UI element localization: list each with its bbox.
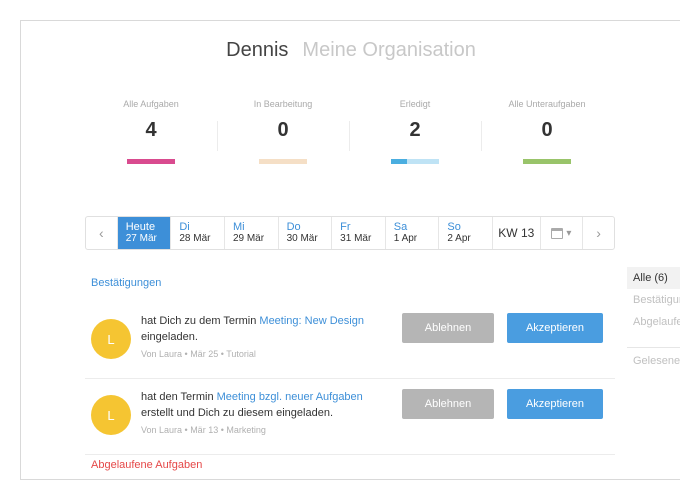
calendar-picker[interactable]: ▾ [541,217,583,249]
day-date: 30 Mär [286,233,318,244]
stat-label: Alle Unteraufgaben [508,99,586,109]
stat-bar-segment [127,159,175,164]
decline-button[interactable]: Ablehnen [402,313,494,343]
day-wed[interactable]: Mi 29 Mär [225,217,279,249]
day-thu[interactable]: Do 30 Mär [279,217,333,249]
filter-expired[interactable]: Abgelaufene [627,311,680,333]
notification-item: L hat Dich zu dem Termin Meeting: New De… [85,313,615,379]
stat-bar-segment [523,159,571,164]
user-tab[interactable]: Dennis [226,39,288,61]
calendar-icon [551,227,564,239]
day-sun[interactable]: So 2 Apr [439,217,493,249]
day-date: 28 Mär [179,233,211,244]
day-fri[interactable]: Fr 31 Mär [332,217,386,249]
stat-value: 2 [409,119,421,141]
stat-bar [391,159,439,164]
day-name: Di [179,221,190,233]
filter-read[interactable]: Gelesene [627,350,680,372]
accept-button[interactable]: Akzeptieren [507,313,603,343]
day-today[interactable]: Heute 27 Mär [117,217,172,249]
stat-all-tasks[interactable]: Alle Aufgaben 4 [85,99,217,171]
stat-value: 0 [541,119,553,141]
event-link[interactable]: Meeting: New Design [259,315,364,327]
stat-bar [127,159,175,164]
notification-meta: Von Laura • Mär 25 • Tutorial [141,349,256,359]
day-date: 1 Apr [393,233,418,244]
day-name: Heute [125,221,156,233]
notification-text: hat den Termin Meeting bzgl. neuer Aufga… [141,389,381,421]
stat-bar-segment [391,159,407,164]
day-date: 2 Apr [447,233,471,244]
chevron-left-icon[interactable]: ‹ [86,217,118,249]
chevron-right-icon[interactable]: › [582,217,614,249]
page-title: Dennis Meine Organisation [21,39,680,62]
day-date: 27 Mär [125,233,157,244]
stat-value: 4 [145,119,157,141]
organization-tab[interactable]: Meine Organisation [302,39,475,61]
decline-button[interactable]: Ablehnen [402,389,494,419]
filter-list: Alle (6) Bestätigungen Abgelaufene Geles… [627,267,680,372]
section-confirmations: Bestätigungen [91,277,162,289]
day-name: So [447,221,461,233]
date-navigation: ‹ Heute 27 Mär Di 28 Mär Mi 29 Mär Do 30… [85,216,615,250]
stats-panel: Alle Aufgaben 4 In Bearbeitung 0 Erledig… [85,99,613,171]
section-expired-tasks: Abgelaufene Aufgaben [91,459,203,471]
accept-button[interactable]: Akzeptieren [507,389,603,419]
notification-suffix: eingeladen. [141,331,198,343]
stat-label: Erledigt [399,99,431,109]
notification-prefix: hat den Termin [141,391,217,403]
caret-down-icon: ▾ [566,227,572,239]
notification-meta: Von Laura • Mär 13 • Marketing [141,425,266,435]
day-sat[interactable]: Sa 1 Apr [386,217,440,249]
stat-all-subtasks[interactable]: Alle Unteraufgaben 0 [481,99,613,171]
app-frame: Dennis Meine Organisation Alle Aufgaben 4… [20,20,680,480]
stat-in-progress[interactable]: In Bearbeitung 0 [217,99,349,171]
filter-confirmations[interactable]: Bestätigungen [627,289,680,311]
stat-bar-segment [406,159,439,164]
avatar: L [91,319,131,359]
stat-bar [523,159,571,164]
filter-divider [627,347,680,348]
week-number[interactable]: KW 13 [493,217,541,249]
stat-done[interactable]: Erledigt 2 [349,99,481,171]
stat-bar [259,159,307,164]
stat-label: Alle Aufgaben [123,99,179,109]
day-name: Mi [232,221,245,233]
stat-label: In Bearbeitung [253,99,313,109]
filter-all[interactable]: Alle (6) [627,267,680,289]
notification-text: hat Dich zu dem Termin Meeting: New Desi… [141,313,381,345]
notification-suffix: erstellt und Dich zu diesem eingeladen. [141,407,334,419]
event-link[interactable]: Meeting bzgl. neuer Aufgaben [217,391,363,403]
day-name: Sa [393,221,408,233]
day-name: Fr [340,221,351,233]
stat-bar-segment [259,159,307,164]
day-date: 29 Mär [232,233,265,244]
avatar: L [91,395,131,435]
day-date: 31 Mär [340,233,372,244]
stat-value: 0 [277,119,289,141]
day-name: Do [286,221,301,233]
notification-item: L hat den Termin Meeting bzgl. neuer Auf… [85,389,615,455]
notification-prefix: hat Dich zu dem Termin [141,315,260,327]
day-tue[interactable]: Di 28 Mär [171,217,225,249]
